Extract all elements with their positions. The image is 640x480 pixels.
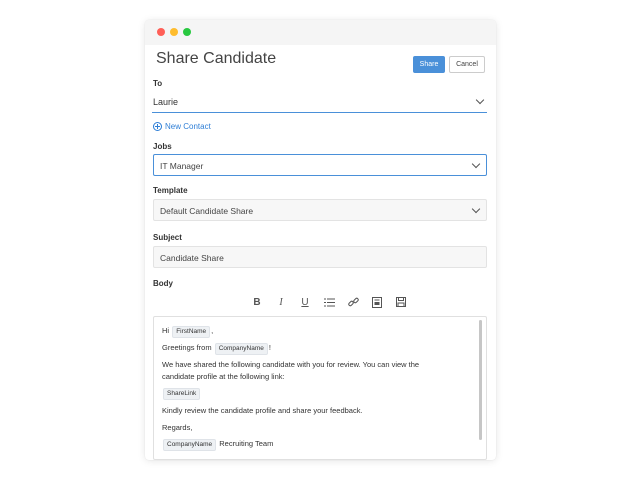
jobs-select[interactable]: IT Manager [153, 154, 487, 176]
feedback-line: Kindly review the candidate profile and … [162, 406, 363, 415]
chevron-down-icon[interactable] [475, 95, 485, 105]
signature-line: CompanyName Recruiting Team [162, 438, 273, 451]
italic-icon[interactable]: I [269, 295, 293, 309]
editor-scrollbar-thumb[interactable] [479, 320, 482, 440]
list-icon[interactable] [317, 295, 341, 309]
subject-input[interactable]: Candidate Share [153, 246, 487, 268]
firstname-token[interactable]: FirstName [172, 326, 211, 338]
maximize-window-icon[interactable] [183, 28, 191, 36]
cancel-button[interactable]: Cancel [449, 56, 485, 73]
subject-label: Subject [153, 233, 182, 242]
paragraph-line-1: We have shared the following candidate w… [162, 360, 420, 369]
jobs-label: Jobs [153, 142, 172, 151]
share-candidate-window: Share Candidate Share Cancel To Laurie N… [145, 20, 496, 460]
from-prefix: Greetings from [162, 343, 212, 352]
template-label: Template [153, 186, 188, 195]
from-line: Greetings from CompanyName! [162, 342, 271, 355]
chevron-down-icon[interactable] [471, 159, 481, 169]
to-field[interactable]: Laurie [152, 89, 487, 113]
new-contact-link[interactable]: New Contact [153, 122, 211, 131]
to-label: To [153, 79, 163, 88]
sharelink-token[interactable]: ShareLink [163, 388, 201, 400]
subject-value: Candidate Share [160, 253, 224, 263]
chevron-down-icon[interactable] [471, 204, 481, 214]
window-titlebar [145, 20, 496, 45]
jobs-value: IT Manager [160, 161, 204, 171]
page-title: Share Candidate [156, 50, 277, 67]
from-suffix: ! [268, 343, 271, 352]
companyname-token[interactable]: CompanyName [214, 343, 268, 355]
paragraph-line-2: candidate profile at the following link: [162, 372, 285, 381]
greeting-line: Hi FirstName, [162, 325, 213, 338]
greeting-prefix: Hi [162, 326, 170, 335]
signature-suffix: Recruiting Team [219, 439, 274, 448]
companyname-token[interactable]: CompanyName [163, 439, 217, 451]
body-editor[interactable]: Hi FirstName, Greetings from CompanyName… [153, 316, 487, 460]
link-icon[interactable] [341, 295, 365, 309]
to-value: Laurie [153, 97, 179, 107]
template-value: Default Candidate Share [160, 206, 254, 216]
new-contact-label: New Contact [165, 122, 211, 131]
underline-icon[interactable]: U [293, 295, 317, 309]
share-button[interactable]: Share [413, 56, 445, 73]
bold-icon[interactable]: B [245, 295, 269, 309]
regards-line: Regards, [162, 423, 193, 432]
save-icon[interactable] [389, 295, 413, 309]
sharelink-line: ShareLink [162, 387, 201, 400]
minimize-window-icon[interactable] [170, 28, 178, 36]
template-select[interactable]: Default Candidate Share [153, 199, 487, 221]
editor-toolbar: B I U [245, 295, 413, 309]
body-label: Body [153, 279, 173, 288]
close-window-icon[interactable] [157, 28, 165, 36]
greeting-suffix: , [211, 326, 214, 335]
template-icon[interactable] [365, 295, 389, 309]
plus-circle-icon [153, 122, 162, 131]
